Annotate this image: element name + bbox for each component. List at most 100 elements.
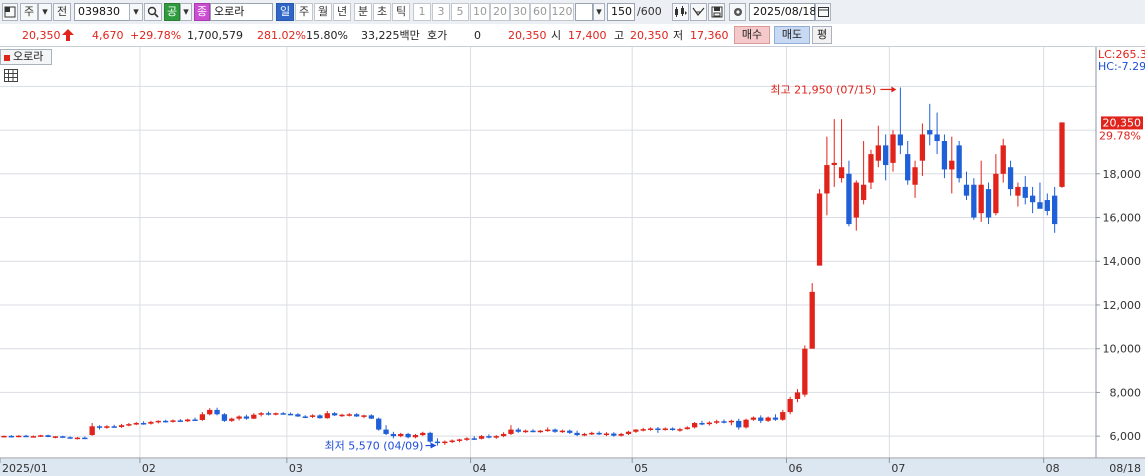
y-tick-label: 18,000 xyxy=(1103,168,1142,181)
candle-body xyxy=(611,433,617,436)
tab-tick[interactable]: 틱 xyxy=(392,3,410,21)
x-date-label: 08 xyxy=(1046,462,1060,475)
legend-box[interactable]: 오로라 xyxy=(0,49,52,65)
candle-body xyxy=(309,415,316,417)
candle-body xyxy=(23,435,29,438)
y-tick-label: 10,000 xyxy=(1103,343,1142,356)
y-tick-label: 12,000 xyxy=(1103,299,1142,312)
candle-body xyxy=(530,430,536,433)
market-dropdown-icon[interactable]: ▾ xyxy=(38,3,52,21)
candle-body xyxy=(772,417,779,420)
candle-body xyxy=(868,154,874,183)
minute-tab-30[interactable]: 30 xyxy=(510,3,530,21)
candle-body xyxy=(111,426,117,428)
window-menu-icon[interactable] xyxy=(2,3,18,21)
candle-body xyxy=(82,437,88,440)
candle-body xyxy=(331,413,338,416)
search-icon[interactable] xyxy=(144,3,162,21)
candle-body xyxy=(368,415,375,419)
volume-ratio: 281.02% xyxy=(257,29,306,42)
candle-body xyxy=(251,414,257,419)
crosshair-icon[interactable] xyxy=(690,3,707,21)
tab-year[interactable]: 년 xyxy=(333,3,351,21)
minute-tab-60[interactable]: 60 xyxy=(530,3,550,21)
tab-day[interactable]: 일 xyxy=(276,3,294,21)
candle-body xyxy=(214,409,220,415)
average-button[interactable]: 평 xyxy=(812,26,832,44)
candle-body xyxy=(398,433,404,437)
stock-name-field[interactable]: 오로라 xyxy=(210,3,273,21)
candle-body xyxy=(434,441,441,444)
candle-body xyxy=(919,134,926,161)
open-value: 17,400 xyxy=(568,29,607,42)
low-label: 저 xyxy=(673,29,684,42)
candle-body xyxy=(853,182,859,218)
candle-body xyxy=(221,414,228,421)
candle-body xyxy=(162,420,169,423)
minute-tab-20[interactable]: 20 xyxy=(490,3,510,21)
candle-body xyxy=(706,422,712,425)
candle-body xyxy=(376,418,382,430)
candle-body xyxy=(655,428,661,430)
type-badge[interactable]: 공 xyxy=(164,3,180,21)
candle-body xyxy=(669,428,676,431)
candle-body xyxy=(60,436,66,438)
y-tick-label: 6,000 xyxy=(1110,430,1142,443)
candle-body xyxy=(963,184,970,196)
custom-period-input[interactable] xyxy=(575,3,593,21)
all-button[interactable]: 전 xyxy=(53,3,71,21)
candle-body xyxy=(302,416,308,418)
custom-period-dropdown-icon[interactable]: ▾ xyxy=(593,3,605,21)
candle-body xyxy=(662,428,668,430)
market-button[interactable]: 주 xyxy=(20,3,38,21)
current-price: 20,350 xyxy=(22,29,61,42)
candle-type-icon[interactable] xyxy=(672,3,689,21)
up-arrow-icon xyxy=(62,29,74,41)
minute-tab-120[interactable]: 120 xyxy=(550,3,574,21)
date-input[interactable]: 2025/08/18 xyxy=(749,3,816,21)
type-dropdown-icon[interactable]: ▾ xyxy=(180,3,192,21)
candle-body xyxy=(339,414,345,417)
candle-body xyxy=(456,439,463,441)
code-dropdown-icon[interactable]: ▾ xyxy=(129,3,143,21)
change-percent: +29.78% xyxy=(130,29,182,42)
candle-body xyxy=(96,426,103,428)
tab-week[interactable]: 주 xyxy=(295,3,313,21)
trade-value: 33,225백만 xyxy=(361,29,420,42)
candle-body xyxy=(905,154,911,181)
candle-body xyxy=(618,433,624,436)
save-icon[interactable] xyxy=(708,3,725,21)
y-tick-label: 16,000 xyxy=(1103,212,1142,225)
minute-tab-10[interactable]: 10 xyxy=(470,3,490,21)
hoga-label: 호가 xyxy=(427,29,448,42)
settings-gear-icon[interactable] xyxy=(729,3,746,21)
candle-body xyxy=(838,167,845,179)
calendar-icon[interactable] xyxy=(815,3,831,21)
count-input[interactable]: 150 xyxy=(607,3,635,21)
table-view-icon[interactable] xyxy=(4,69,18,82)
sell-button[interactable]: 매도 xyxy=(774,26,810,44)
candle-body xyxy=(8,435,14,438)
candle-body xyxy=(346,414,352,416)
buy-button[interactable]: 매수 xyxy=(734,26,770,44)
candle-body xyxy=(949,160,955,170)
stock-code-input[interactable]: 039830 xyxy=(74,3,130,21)
tab-minute[interactable]: 분 xyxy=(354,3,372,21)
candle-body xyxy=(677,429,683,431)
candlestick-chart[interactable]: 최고 21,950 (07/15) 최저 5,570 (04/09) 6,000 8… xyxy=(0,47,1145,476)
candle-body xyxy=(647,428,654,430)
candle-body xyxy=(750,417,757,420)
candle-body xyxy=(478,436,485,439)
minute-tab-3[interactable]: 3 xyxy=(432,3,450,21)
candle-body xyxy=(420,432,426,436)
price-chart[interactable]: 최고 21,950 (07/15) 최저 5,570 (04/09) 6,000 8… xyxy=(0,47,1145,476)
candle-body xyxy=(317,415,323,419)
candle-body xyxy=(758,417,764,421)
y-tick-label: 8,000 xyxy=(1110,386,1142,399)
candle-body xyxy=(816,193,823,266)
minute-tab-1[interactable]: 1 xyxy=(413,3,431,21)
tab-second[interactable]: 초 xyxy=(373,3,391,21)
candle-body xyxy=(236,416,242,419)
tab-month[interactable]: 월 xyxy=(314,3,332,21)
minute-tab-5[interactable]: 5 xyxy=(451,3,469,21)
